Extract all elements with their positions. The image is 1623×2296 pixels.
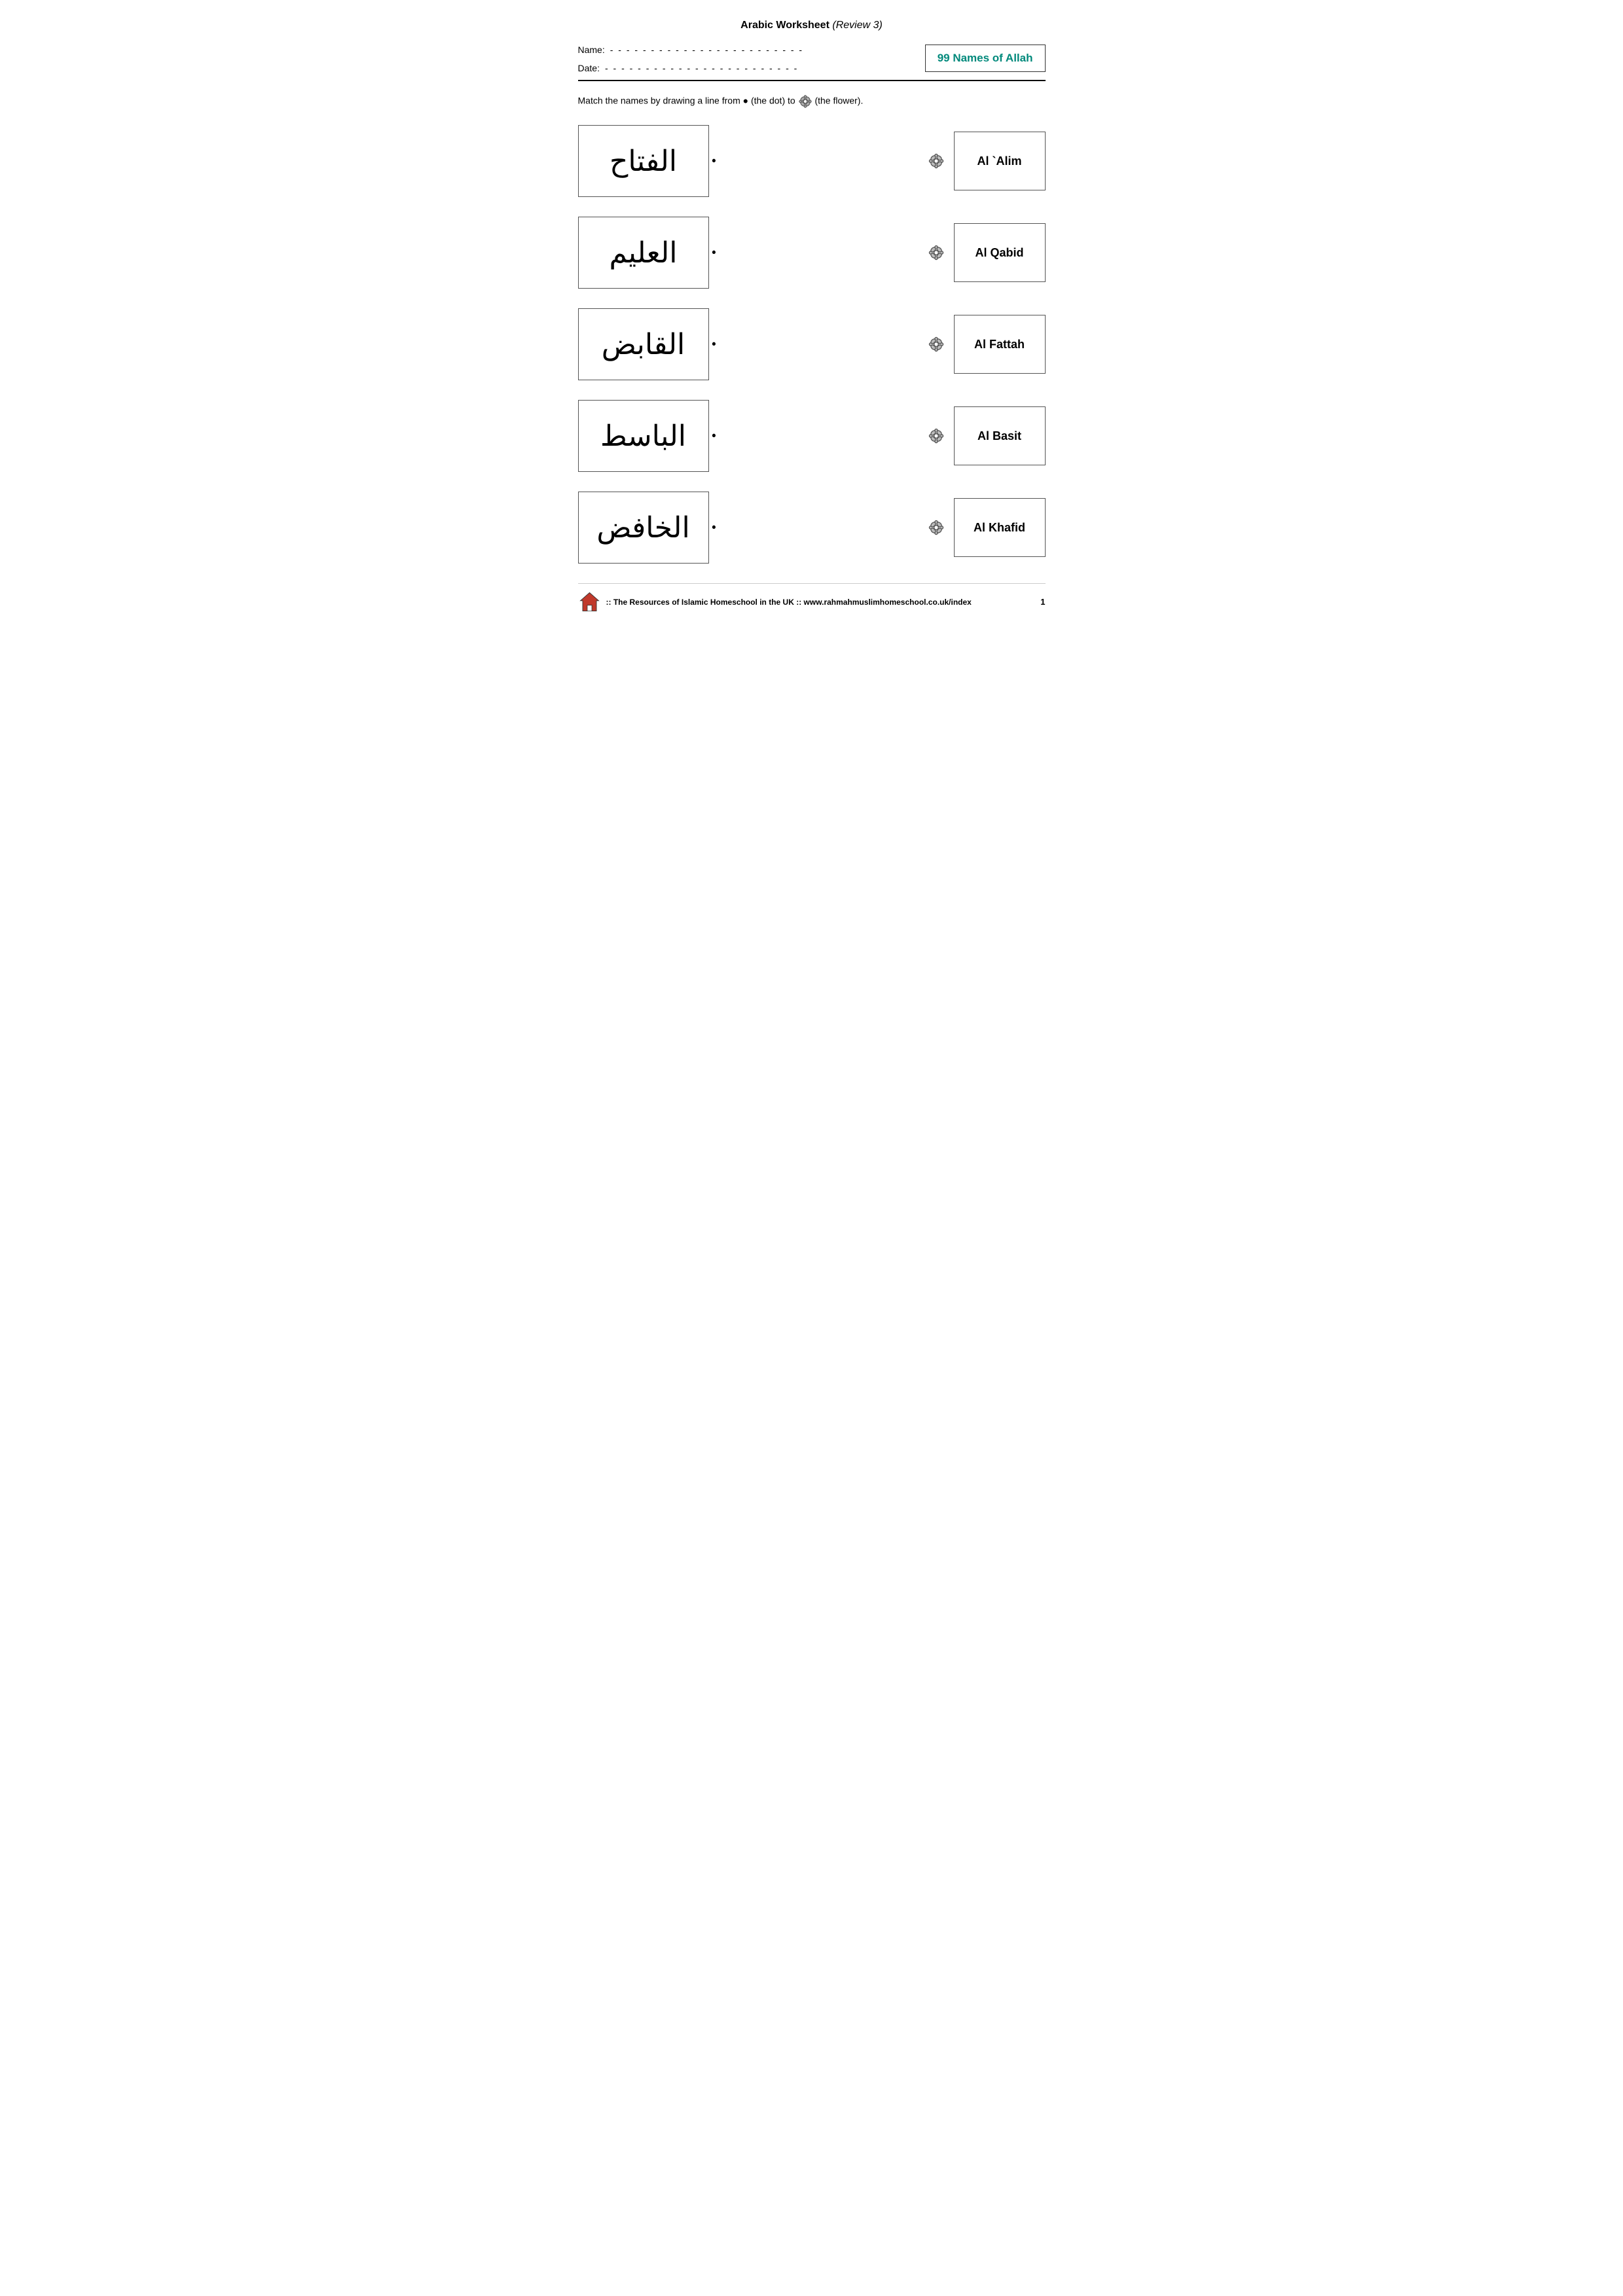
instructions: Match the names by drawing a line from ●…: [578, 94, 1046, 109]
flower-symbol: [928, 152, 945, 170]
matching-section: الفتاح• Al `Alim العليم• Al Qabid القابض• Al …: [578, 125, 1046, 564]
flower-symbol: [928, 336, 945, 353]
arabic-box: الخافض•: [578, 492, 709, 564]
arabic-box: العليم•: [578, 217, 709, 289]
title-badge: 99 Names of Allah: [925, 45, 1046, 72]
arabic-box: الفتاح•: [578, 125, 709, 197]
dot-bullet: •: [712, 521, 716, 535]
date-dashes: - - - - - - - - - - - - - - - - - - - - …: [605, 63, 798, 73]
english-box: Al Fattah: [954, 315, 1046, 374]
arabic-box: الباسط•: [578, 400, 709, 472]
page-title: Arabic Worksheet (Review 3): [578, 20, 1046, 31]
date-label: Date:: [578, 63, 600, 73]
flower-symbol: [928, 427, 945, 444]
name-date-block: Name: - - - - - - - - - - - - - - - - - …: [578, 45, 804, 73]
dot-bullet: •: [712, 429, 716, 443]
english-box-wrapper: Al Khafid: [928, 498, 1046, 557]
flower-icon-inline: [798, 94, 812, 109]
match-row: الفتاح• Al `Alim: [578, 125, 1046, 197]
flower-symbol: [928, 519, 945, 536]
arabic-box: القابض•: [578, 308, 709, 380]
match-row: القابض• Al Fattah: [578, 308, 1046, 380]
dot-bullet: •: [712, 338, 716, 351]
english-box: Al Basit: [954, 406, 1046, 465]
english-box-wrapper: Al Fattah: [928, 315, 1046, 374]
english-box-wrapper: Al `Alim: [928, 132, 1046, 190]
footer-content: :: The Resources of Islamic Homeschool i…: [578, 590, 1046, 613]
match-row: الخافض• Al Khafid: [578, 492, 1046, 564]
page-number: 1: [1040, 597, 1045, 607]
english-box-wrapper: Al Qabid: [928, 223, 1046, 282]
english-box: Al Khafid: [954, 498, 1046, 557]
header-section: Name: - - - - - - - - - - - - - - - - - …: [578, 45, 1046, 73]
match-row: الباسط• Al Basit: [578, 400, 1046, 472]
footer-text: :: The Resources of Islamic Homeschool i…: [606, 598, 972, 607]
date-line: Date: - - - - - - - - - - - - - - - - - …: [578, 63, 804, 73]
name-dashes: - - - - - - - - - - - - - - - - - - - - …: [610, 45, 803, 55]
name-line: Name: - - - - - - - - - - - - - - - - - …: [578, 45, 804, 55]
footer: :: The Resources of Islamic Homeschool i…: [578, 583, 1046, 613]
dot-bullet: •: [712, 154, 716, 168]
match-row: العليم• Al Qabid: [578, 217, 1046, 289]
english-box-wrapper: Al Basit: [928, 406, 1046, 465]
flower-symbol: [928, 244, 945, 261]
english-box: Al `Alim: [954, 132, 1046, 190]
footer-logo: [578, 590, 601, 613]
english-box: Al Qabid: [954, 223, 1046, 282]
dot-bullet: •: [712, 246, 716, 260]
divider: [578, 80, 1046, 81]
name-label: Name:: [578, 45, 605, 55]
